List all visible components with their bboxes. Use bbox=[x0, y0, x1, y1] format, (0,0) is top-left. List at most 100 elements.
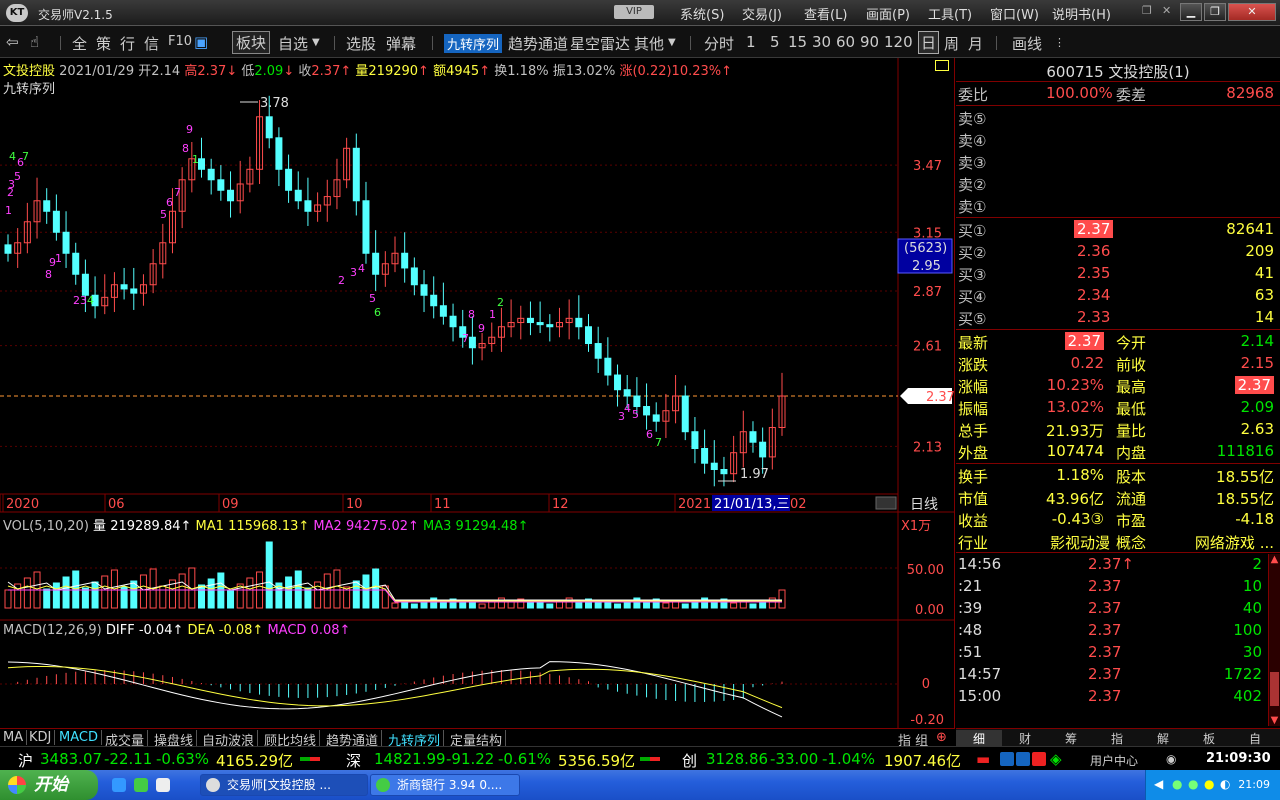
volume-bar bbox=[391, 602, 399, 609]
start-button[interactable]: 开始 bbox=[0, 770, 98, 800]
tab-chip[interactable]: 筹 bbox=[1048, 730, 1094, 747]
app-quicklaunch-icon[interactable] bbox=[156, 778, 170, 792]
cy-index[interactable]: 3128.86 bbox=[706, 750, 768, 768]
ma2-label: MA2 bbox=[313, 519, 342, 534]
close-button[interactable]: ✕ bbox=[1228, 3, 1276, 21]
turn-label: 换 bbox=[494, 64, 508, 79]
alert-icon[interactable]: ▬ bbox=[976, 750, 990, 768]
sell2-row[interactable]: 卖② bbox=[956, 172, 1280, 194]
buy2-row[interactable]: 买② 2.36 209 bbox=[956, 240, 1280, 262]
tab-custom[interactable]: 自 bbox=[1232, 730, 1278, 747]
buy3-row[interactable]: 买③ 2.35 41 bbox=[956, 262, 1280, 284]
scroll-up-icon[interactable]: ▲ bbox=[1269, 554, 1280, 565]
volume-bar bbox=[372, 568, 380, 609]
volume-bar bbox=[681, 603, 689, 609]
buy4-row[interactable]: 买④ 2.34 63 bbox=[956, 284, 1280, 306]
more-icon[interactable]: ⋮ bbox=[1054, 36, 1065, 49]
menu-manual[interactable]: 说明书(H) bbox=[1052, 4, 1111, 23]
user-center-link[interactable]: 用户中心 bbox=[1090, 752, 1138, 769]
tick-price: 2.37↑ bbox=[1088, 555, 1134, 573]
fund-value: 18.55亿 bbox=[1216, 490, 1274, 508]
tick-time: :48 bbox=[958, 621, 983, 639]
maximize-button[interactable]: ❐ bbox=[1204, 3, 1226, 21]
candle-body bbox=[227, 189, 235, 202]
sz-index[interactable]: 14821.99 bbox=[374, 750, 446, 768]
ind-tab-kdj[interactable]: KDJ bbox=[29, 730, 56, 745]
fund-label: 市值 bbox=[958, 490, 989, 508]
indicator-label: 九转序列 bbox=[3, 82, 56, 97]
menu-window[interactable]: 窗口(W) bbox=[990, 4, 1039, 23]
candle-body bbox=[120, 284, 128, 290]
system-tray: ◀ ● ● ● ◐ 21:09 bbox=[1145, 770, 1280, 800]
nine-turn-count: 6 bbox=[646, 428, 653, 441]
x-tick-label: 06 bbox=[108, 497, 125, 512]
tick-row: :21 2.37 10 bbox=[956, 575, 1280, 597]
open-value: 2.14 bbox=[151, 64, 181, 79]
chart-svg[interactable]: 3.473.152.872.612.132.37(5623)2.953.781.… bbox=[0, 0, 955, 728]
minimize-button[interactable]: ▁ bbox=[1180, 3, 1202, 21]
low-value: 2.09 bbox=[254, 64, 284, 79]
sell5-row[interactable]: 卖⑤ bbox=[956, 106, 1280, 128]
refresh-icon[interactable]: ◈ bbox=[1050, 750, 1062, 768]
nine-turn-count: 4 bbox=[624, 402, 631, 415]
tick-row: :51 2.37 30 bbox=[956, 641, 1280, 663]
sell3-row[interactable]: 卖③ bbox=[956, 150, 1280, 172]
tab-detail[interactable]: 细 bbox=[956, 730, 1002, 747]
stat-value: 2.37 bbox=[1234, 376, 1274, 394]
tick-scrollbar[interactable]: ▲ ▼ bbox=[1268, 554, 1280, 726]
tray-arrow-icon[interactable]: ◀ bbox=[1154, 777, 1163, 791]
volume-bar bbox=[710, 601, 718, 609]
tray-qq-icon[interactable]: ● bbox=[1172, 777, 1182, 791]
app-icon[interactable] bbox=[1000, 752, 1014, 766]
sh-index[interactable]: 3483.07 bbox=[40, 750, 102, 768]
tick-price: 2.37 bbox=[1088, 643, 1122, 661]
volume-bar bbox=[749, 603, 757, 609]
browser-icon[interactable] bbox=[134, 778, 148, 792]
sell4-row[interactable]: 卖④ bbox=[956, 128, 1280, 150]
stat-label: 涨幅 bbox=[958, 378, 989, 396]
tab-index[interactable]: 指 bbox=[1094, 730, 1140, 747]
restore-small-icon[interactable]: ❐ bbox=[1142, 4, 1152, 17]
scroll-down-icon[interactable]: ▼ bbox=[1269, 715, 1280, 726]
candle-body bbox=[62, 231, 70, 254]
quote-window-icon bbox=[376, 778, 390, 792]
fund-value: 影视动漫 bbox=[1049, 534, 1110, 552]
ind-tab-macd[interactable]: MACD bbox=[59, 730, 102, 745]
stat-label: 今开 bbox=[1116, 334, 1147, 352]
fund-label: 市盈 bbox=[1116, 512, 1147, 530]
nine-turn-count: 8 bbox=[45, 268, 52, 281]
volume-bar bbox=[52, 582, 60, 609]
volume-bar bbox=[478, 603, 486, 609]
chart-icon[interactable] bbox=[1016, 752, 1030, 766]
ie-icon[interactable] bbox=[112, 778, 126, 792]
tb-monthly[interactable]: 月 bbox=[968, 33, 983, 54]
tick-volume: 2 bbox=[1252, 555, 1262, 573]
fund-label: 概念 bbox=[1116, 534, 1147, 552]
news-icon[interactable] bbox=[1032, 752, 1046, 766]
sh-pct: -0.63% bbox=[156, 750, 210, 768]
tab-analysis[interactable]: 解 bbox=[1140, 730, 1186, 747]
taskbar-btn-jiaoyishi[interactable]: 交易师[文投控股 ... bbox=[200, 774, 368, 796]
tab-sector[interactable]: 板 bbox=[1186, 730, 1232, 747]
macd-label: MACD bbox=[267, 623, 307, 638]
candle-body bbox=[623, 389, 631, 397]
tab-finance[interactable]: 财 bbox=[1002, 730, 1048, 747]
scroll-thumb[interactable] bbox=[1270, 672, 1279, 706]
candle-body bbox=[285, 168, 293, 191]
stat-value: 2.37 bbox=[1064, 332, 1104, 350]
tray-volume-icon[interactable]: ◐ bbox=[1220, 777, 1230, 791]
tray-chat-icon[interactable]: ● bbox=[1188, 777, 1198, 791]
tick-time: 14:56 bbox=[958, 555, 1002, 573]
close-small-icon[interactable]: ✕ bbox=[1162, 4, 1171, 17]
taskbar-btn-zheshang[interactable]: 浙商银行 3.94 0.... bbox=[370, 774, 520, 796]
sell1-row[interactable]: 卖① bbox=[956, 194, 1280, 216]
volume-bar bbox=[410, 603, 418, 609]
tray-app-icon[interactable]: ● bbox=[1204, 777, 1214, 791]
panel-toggle-icon[interactable] bbox=[935, 60, 949, 71]
buy1-row[interactable]: 买① 2.37 82641 bbox=[956, 218, 1280, 240]
ind-tab-ma[interactable]: MA bbox=[3, 730, 28, 745]
buy5-row[interactable]: 买⑤ 2.33 14 bbox=[956, 306, 1280, 328]
candle-body bbox=[207, 168, 215, 181]
tb-drawing[interactable]: 画线 bbox=[1012, 33, 1042, 54]
add-indicator-icon[interactable]: ⊕ bbox=[936, 730, 950, 745]
